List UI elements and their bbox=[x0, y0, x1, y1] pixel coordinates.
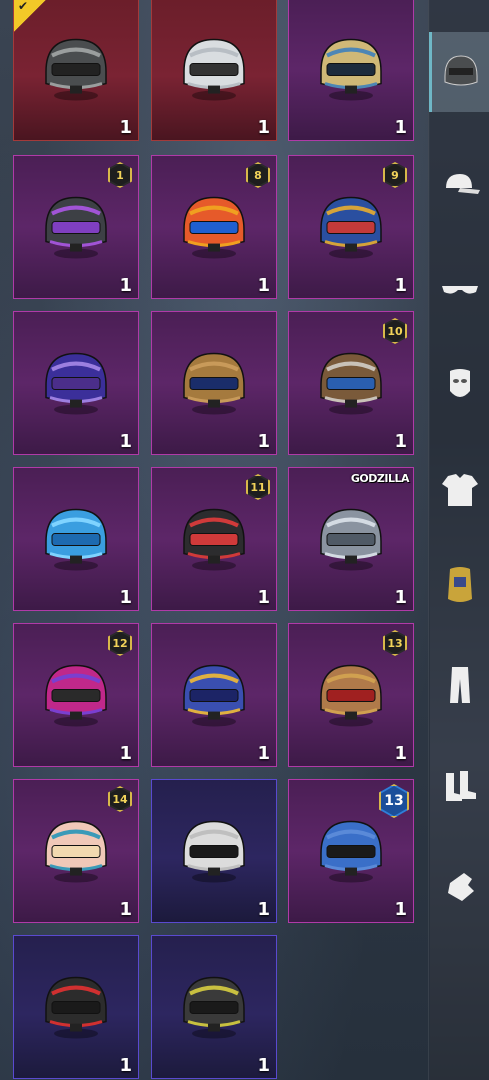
category-sidebar bbox=[428, 0, 489, 1080]
furry-helmet-icon bbox=[183, 352, 245, 415]
steampunk-helmet-icon bbox=[320, 664, 382, 727]
sidebar-tab-armor[interactable] bbox=[429, 545, 489, 625]
item-quantity: 1 bbox=[257, 743, 270, 764]
cyber-helmet-icon bbox=[45, 196, 107, 259]
inventory-item-blue-lvl3-helmet[interactable]: 13 1 bbox=[288, 779, 414, 923]
inventory-grid: ✔ 1 1 1 11 81 91 1 1 10 1 1 11 1 GODZILL… bbox=[0, 0, 430, 1080]
item-quantity: 1 bbox=[257, 587, 270, 608]
inventory-item-clownfish-helmet[interactable]: 81 bbox=[151, 155, 277, 299]
sidebar-tab-mask[interactable] bbox=[429, 345, 489, 425]
sidebar-tab-gloves[interactable] bbox=[429, 845, 489, 925]
item-quantity: 1 bbox=[119, 899, 132, 920]
item-quantity: 1 bbox=[119, 1055, 132, 1076]
level-badge: 9 bbox=[383, 162, 407, 188]
inventory-item-red-stripe-helmet[interactable]: 1 bbox=[13, 935, 139, 1079]
level-badge: 1 bbox=[108, 162, 132, 188]
item-quantity: 1 bbox=[119, 587, 132, 608]
item-quantity: 1 bbox=[119, 431, 132, 452]
neon-bunny-helmet-icon bbox=[45, 664, 107, 727]
level-badge: 10 bbox=[383, 318, 407, 344]
yellow-spike-helmet-icon bbox=[183, 976, 245, 1039]
blue-lvl3-helmet-icon bbox=[320, 820, 382, 883]
royal-helmet-icon bbox=[320, 196, 382, 259]
item-quantity: 1 bbox=[119, 743, 132, 764]
item-quantity: 1 bbox=[257, 899, 270, 920]
sidebar-tab-glasses[interactable] bbox=[429, 248, 489, 328]
sidebar-tab-shoes[interactable] bbox=[429, 745, 489, 825]
collab-tag: GODZILLA bbox=[350, 472, 410, 485]
sidebar-tab-cap[interactable] bbox=[429, 146, 489, 226]
white-lvl3-helmet-icon bbox=[183, 820, 245, 883]
level-badge-number: 12 bbox=[110, 632, 130, 654]
helmet-icon bbox=[444, 55, 478, 86]
level-badge-number: 14 bbox=[110, 788, 130, 810]
item-quantity: 1 bbox=[257, 431, 270, 452]
inventory-item-white-lvl3-helmet[interactable]: 1 bbox=[151, 779, 277, 923]
clownfish-helmet-icon bbox=[183, 196, 245, 259]
level-badge: 13 bbox=[383, 630, 407, 656]
item-quantity: 1 bbox=[394, 899, 407, 920]
level-badge: 8 bbox=[246, 162, 270, 188]
godzilla-helmet-icon bbox=[320, 508, 382, 571]
sidebar-tab-helmet[interactable] bbox=[429, 32, 489, 112]
wired-helmet-icon bbox=[183, 508, 245, 571]
level-badge-number: 9 bbox=[385, 164, 405, 186]
inventory-item-dog-helmet[interactable]: 14 1 bbox=[13, 779, 139, 923]
winged-helmet-icon bbox=[45, 38, 107, 101]
glasses-icon bbox=[441, 286, 478, 294]
item-quantity: 1 bbox=[257, 117, 270, 138]
item-quantity: 1 bbox=[394, 275, 407, 296]
viking-helmet-icon bbox=[320, 352, 382, 415]
dog-helmet-icon bbox=[45, 820, 107, 883]
pants-icon bbox=[449, 667, 470, 703]
inventory-item-golden-helmet[interactable]: 1 bbox=[288, 0, 414, 141]
inventory-item-winged-helmet[interactable]: ✔ 1 bbox=[13, 0, 139, 141]
shoes-icon bbox=[445, 771, 476, 801]
level-badge: 11 bbox=[246, 474, 270, 500]
mask-icon bbox=[449, 369, 470, 397]
item-quantity: 1 bbox=[394, 587, 407, 608]
item-quantity: 1 bbox=[119, 117, 132, 138]
inventory-item-godzilla-helmet[interactable]: GODZILLA 1 bbox=[288, 467, 414, 611]
pharaoh-helmet-icon bbox=[183, 664, 245, 727]
level-badge-number: 1 bbox=[110, 164, 130, 186]
level-badge-number: 13 bbox=[381, 786, 407, 816]
inventory-item-viking-helmet[interactable]: 10 1 bbox=[288, 311, 414, 455]
inventory-item-steampunk-helmet[interactable]: 13 1 bbox=[288, 623, 414, 767]
cap-icon bbox=[445, 174, 480, 194]
crystal-helmet-icon bbox=[45, 508, 107, 571]
level-badge: 12 bbox=[108, 630, 132, 656]
level-badge-number: 10 bbox=[385, 320, 405, 342]
item-quantity: 1 bbox=[394, 431, 407, 452]
inventory-item-yellow-spike-helmet[interactable]: 1 bbox=[151, 935, 277, 1079]
red-stripe-helmet-icon bbox=[45, 976, 107, 1039]
shirt-icon bbox=[441, 474, 478, 506]
level-badge-number: 11 bbox=[248, 476, 268, 498]
gloves-icon bbox=[447, 873, 474, 901]
item-quantity: 1 bbox=[257, 1055, 270, 1076]
inventory-item-neon-bunny-helmet[interactable]: 12 1 bbox=[13, 623, 139, 767]
inventory-item-furry-helmet[interactable]: 1 bbox=[151, 311, 277, 455]
item-quantity: 1 bbox=[394, 743, 407, 764]
inventory-item-crystal-helmet[interactable]: 1 bbox=[13, 467, 139, 611]
sidebar-tab-shirt[interactable] bbox=[429, 450, 489, 530]
inventory-item-cyber-helmet[interactable]: 11 bbox=[13, 155, 139, 299]
inventory-item-pharaoh-helmet[interactable]: 1 bbox=[151, 623, 277, 767]
item-quantity: 1 bbox=[257, 275, 270, 296]
inventory-item-royal-helmet[interactable]: 91 bbox=[288, 155, 414, 299]
sidebar-tab-pants[interactable] bbox=[429, 645, 489, 725]
level-badge-number: 13 bbox=[385, 632, 405, 654]
level-badge-number: 8 bbox=[248, 164, 268, 186]
level-badge: 14 bbox=[108, 786, 132, 812]
equipped-check-icon: ✔ bbox=[14, 0, 48, 32]
armor-icon bbox=[447, 567, 472, 602]
dragon-helmet-icon bbox=[45, 352, 107, 415]
disco-helmet-icon bbox=[183, 38, 245, 101]
inventory-item-disco-helmet[interactable]: 1 bbox=[151, 0, 277, 141]
inventory-item-wired-helmet[interactable]: 11 1 bbox=[151, 467, 277, 611]
inventory-item-dragon-helmet[interactable]: 1 bbox=[13, 311, 139, 455]
golden-helmet-icon bbox=[320, 38, 382, 101]
item-quantity: 1 bbox=[119, 275, 132, 296]
item-quantity: 1 bbox=[394, 117, 407, 138]
